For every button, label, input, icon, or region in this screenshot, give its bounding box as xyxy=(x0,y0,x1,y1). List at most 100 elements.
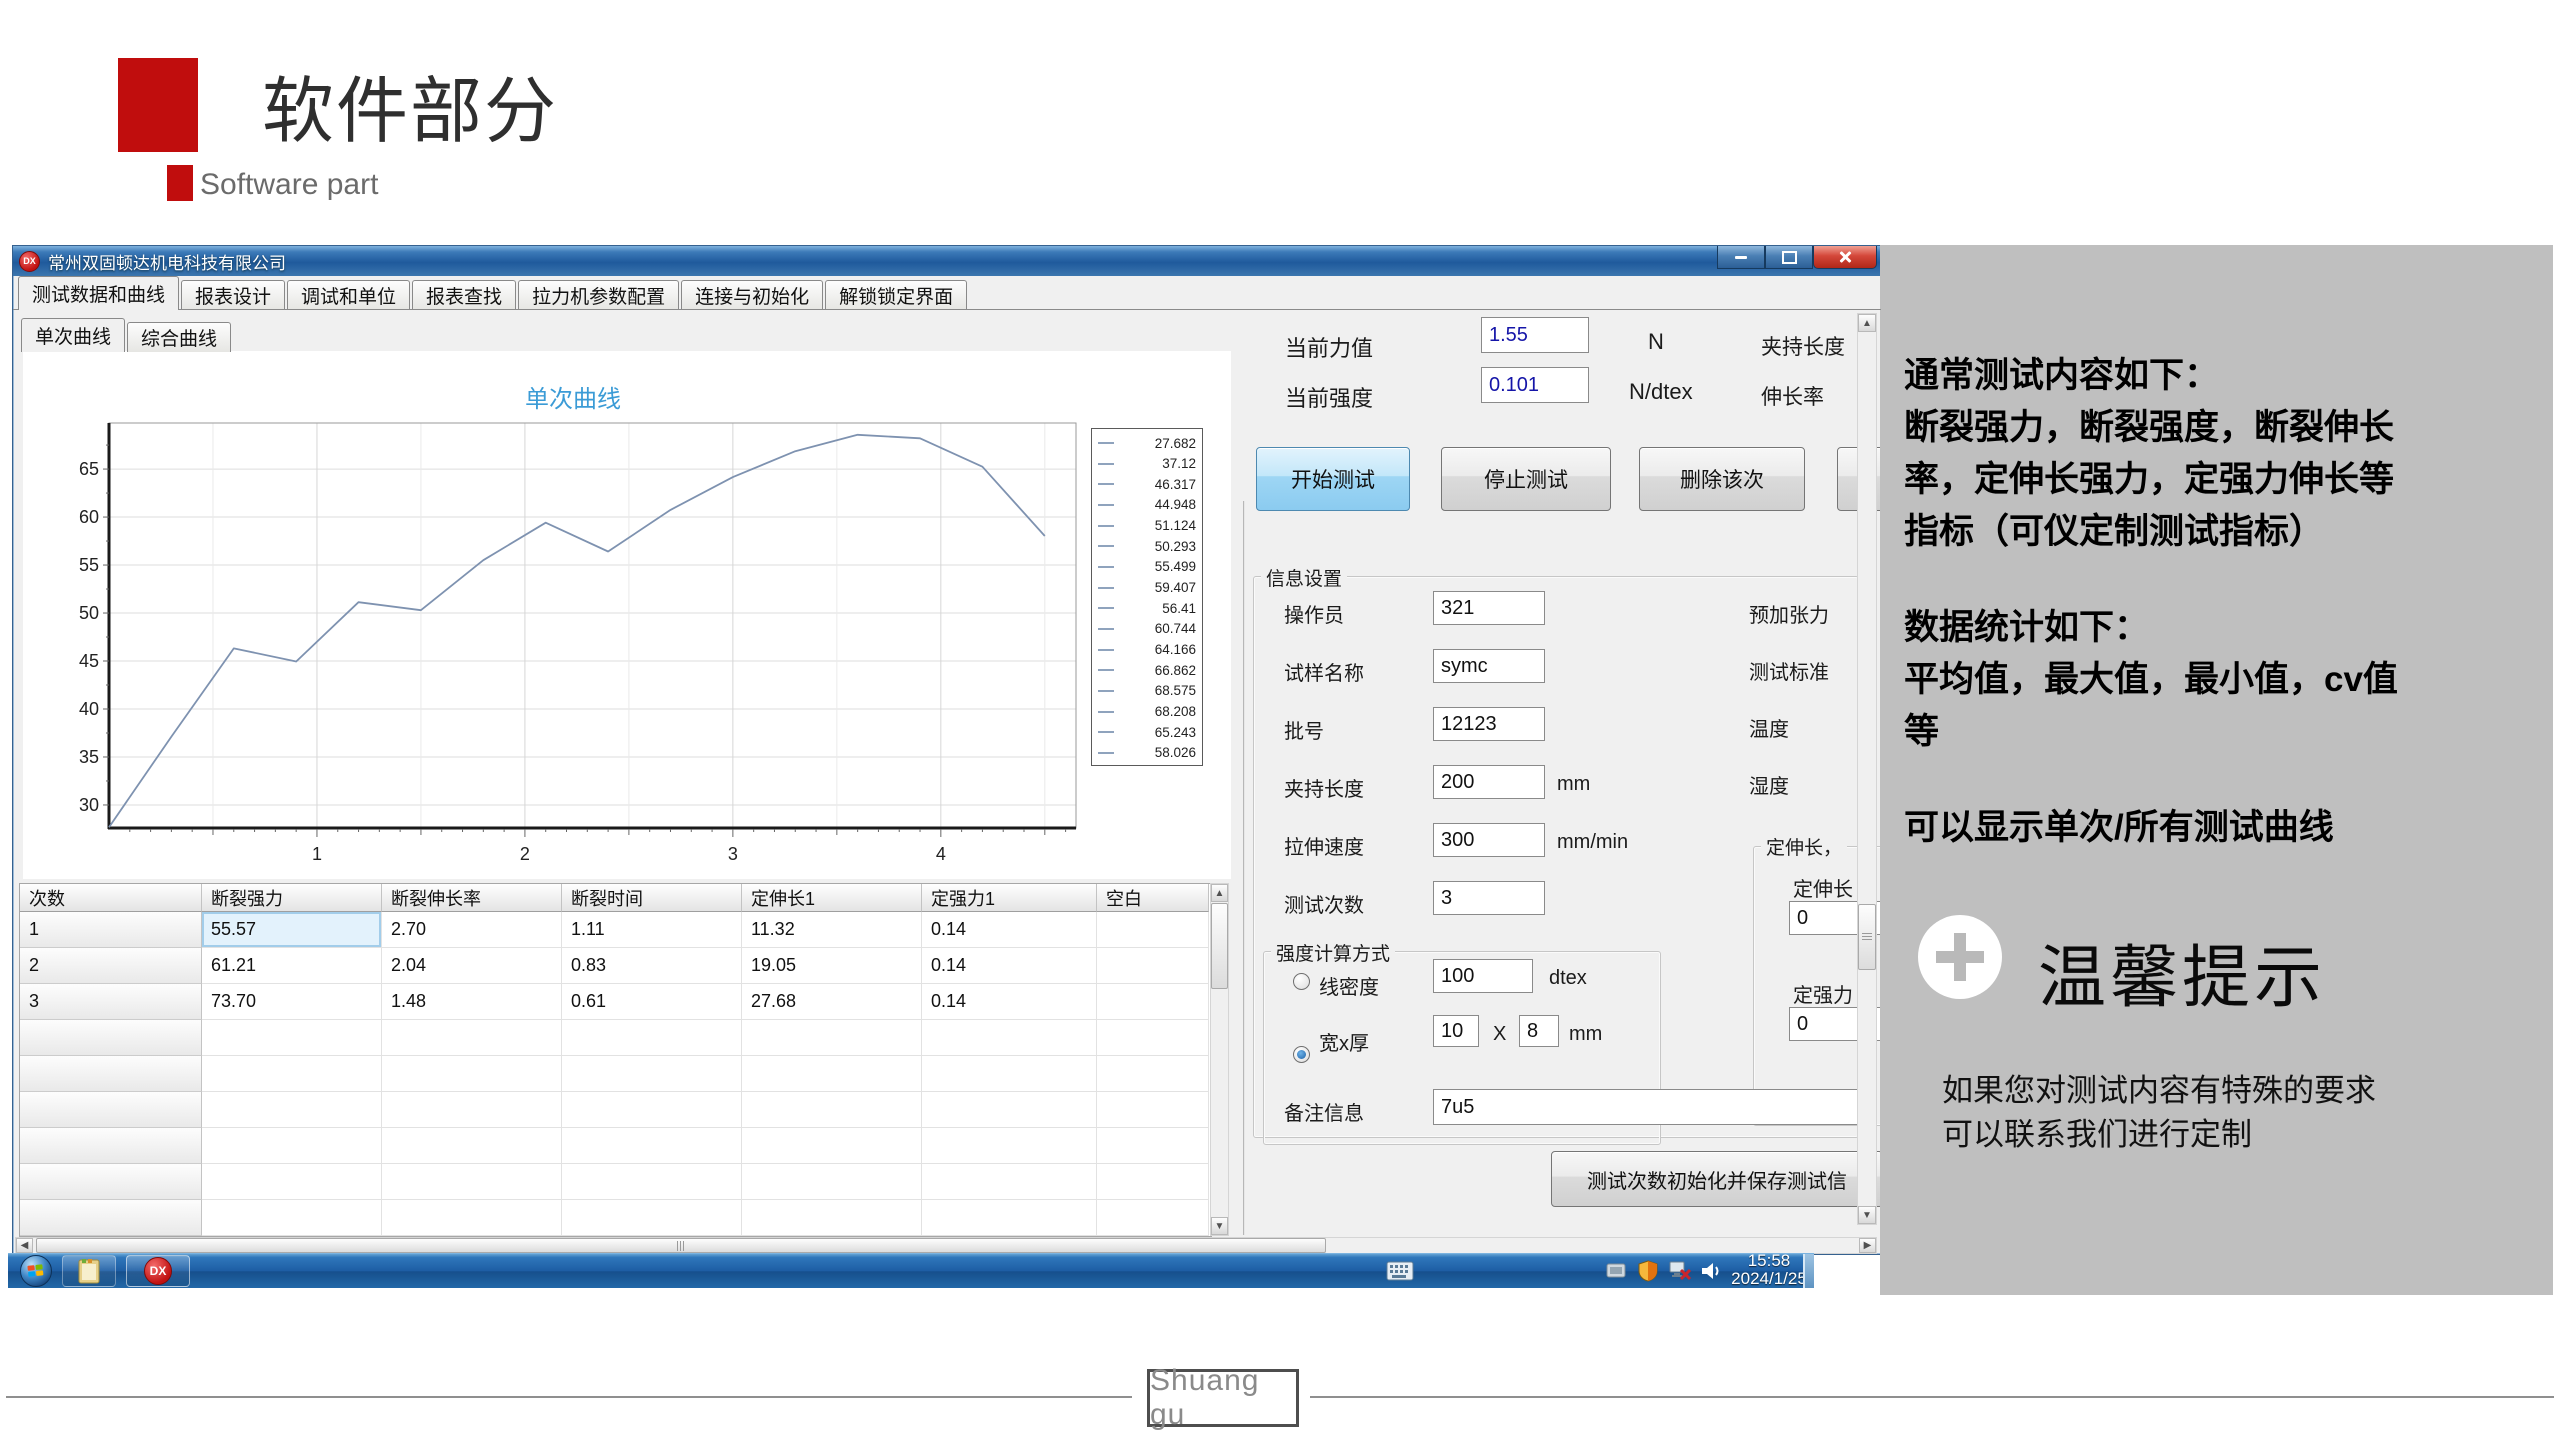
width-input[interactable]: 10 xyxy=(1433,1015,1479,1047)
row-header-cell[interactable] xyxy=(20,1164,202,1200)
column-header[interactable]: 次数 xyxy=(20,884,202,912)
scroll-down-icon[interactable]: ▼ xyxy=(1211,1217,1228,1235)
table-cell[interactable]: 11.32 xyxy=(742,912,922,948)
table-cell[interactable] xyxy=(1097,1056,1209,1092)
table-cell[interactable] xyxy=(742,1020,922,1056)
current-force-value[interactable]: 1.55 xyxy=(1481,317,1589,353)
table-cell[interactable]: 0.61 xyxy=(562,984,742,1020)
table-cell[interactable]: 0.14 xyxy=(922,948,1097,984)
tab-1[interactable]: 测试数据和曲线 xyxy=(18,276,179,310)
table-cell[interactable] xyxy=(922,1200,1097,1236)
scroll-up-icon[interactable]: ▲ xyxy=(1211,884,1228,902)
column-header[interactable]: 断裂伸长率 xyxy=(382,884,562,912)
network-status-icon[interactable] xyxy=(1668,1260,1692,1282)
form-scroll-down-icon[interactable]: ▼ xyxy=(1858,1206,1876,1224)
table-cell[interactable]: 0.83 xyxy=(562,948,742,984)
stop-test-button[interactable]: 停止测试 xyxy=(1441,447,1611,511)
show-desktop-button[interactable] xyxy=(1803,1254,1814,1288)
table-scroll-thumb[interactable] xyxy=(1211,903,1228,989)
table-cell[interactable] xyxy=(382,1164,562,1200)
close-button[interactable] xyxy=(1813,246,1877,269)
tab-2[interactable]: 报表设计 xyxy=(181,280,285,310)
subtab-1[interactable]: 单次曲线 xyxy=(21,318,125,352)
table-row[interactable] xyxy=(20,1056,1211,1092)
table-vertical-scrollbar[interactable]: ▲ ▼ xyxy=(1210,883,1229,1236)
table-cell[interactable] xyxy=(202,1056,382,1092)
row-header-cell[interactable] xyxy=(20,1092,202,1128)
table-cell[interactable] xyxy=(922,1128,1097,1164)
delete-test-button[interactable]: 删除该次 xyxy=(1639,447,1805,511)
table-cell[interactable] xyxy=(562,1092,742,1128)
row-header-cell[interactable] xyxy=(20,1200,202,1236)
table-cell[interactable]: 1.48 xyxy=(382,984,562,1020)
table-cell[interactable] xyxy=(562,1200,742,1236)
row-header-cell[interactable]: 2 xyxy=(20,948,202,984)
table-cell[interactable] xyxy=(922,1092,1097,1128)
table-cell[interactable]: 2.70 xyxy=(382,912,562,948)
row-header-cell[interactable] xyxy=(20,1128,202,1164)
taskbar-clock[interactable]: 15:58 2024/1/25 xyxy=(1726,1253,1812,1287)
volume-icon[interactable] xyxy=(1700,1260,1722,1282)
table-cell[interactable] xyxy=(202,1020,382,1056)
column-header[interactable]: 定伸长1 xyxy=(742,884,922,912)
current-strength-value[interactable]: 0.101 xyxy=(1481,367,1589,403)
table-row[interactable]: 261.212.040.8319.050.14 xyxy=(20,948,1211,984)
table-row[interactable] xyxy=(20,1128,1211,1164)
scroll-right-icon[interactable]: ▶ xyxy=(1859,1238,1876,1253)
init-save-button[interactable]: 测试次数初始化并保存测试信 xyxy=(1551,1151,1882,1207)
table-cell[interactable] xyxy=(1097,1128,1209,1164)
row-header-cell[interactable]: 1 xyxy=(20,912,202,948)
linear-density-radio[interactable] xyxy=(1293,973,1310,990)
table-cell[interactable]: 27.68 xyxy=(742,984,922,1020)
taskbar-item-app[interactable]: DX xyxy=(126,1255,190,1287)
table-cell[interactable] xyxy=(382,1056,562,1092)
table-cell[interactable] xyxy=(382,1128,562,1164)
table-cell[interactable] xyxy=(1097,948,1209,984)
table-cell[interactable] xyxy=(1097,984,1209,1020)
linear-density-input[interactable]: 100 xyxy=(1433,959,1533,993)
form-field-input[interactable]: 3 xyxy=(1433,881,1545,915)
table-cell[interactable] xyxy=(202,1164,382,1200)
form-field-input[interactable]: symc xyxy=(1433,649,1545,683)
table-cell[interactable] xyxy=(202,1128,382,1164)
form-field-input[interactable]: 12123 xyxy=(1433,707,1545,741)
form-scroll-up-icon[interactable]: ▲ xyxy=(1858,314,1876,332)
column-header[interactable]: 空白 xyxy=(1097,884,1209,912)
table-cell[interactable] xyxy=(562,1056,742,1092)
table-cell[interactable] xyxy=(742,1128,922,1164)
tab-4[interactable]: 报表查找 xyxy=(412,280,516,310)
remark-input[interactable]: 7u5 xyxy=(1433,1089,1873,1125)
table-cell[interactable] xyxy=(742,1056,922,1092)
table-cell[interactable] xyxy=(1097,1020,1209,1056)
table-cell[interactable] xyxy=(382,1020,562,1056)
table-cell[interactable]: 73.70 xyxy=(202,984,382,1020)
table-cell[interactable]: 2.04 xyxy=(382,948,562,984)
window-titlebar[interactable]: DX 常州双固顿达机电科技有限公司 xyxy=(13,246,1881,276)
thickness-input[interactable]: 8 xyxy=(1519,1015,1559,1047)
table-cell[interactable] xyxy=(922,1164,1097,1200)
tab-6[interactable]: 连接与初始化 xyxy=(681,280,823,310)
table-row[interactable]: 373.701.480.6127.680.14 xyxy=(20,984,1211,1020)
table-cell[interactable] xyxy=(922,1020,1097,1056)
scroll-left-icon[interactable]: ◀ xyxy=(16,1238,33,1253)
table-cell[interactable] xyxy=(562,1020,742,1056)
table-cell[interactable]: 0.14 xyxy=(922,984,1097,1020)
table-cell[interactable] xyxy=(742,1092,922,1128)
table-cell[interactable]: 19.05 xyxy=(742,948,922,984)
table-row[interactable] xyxy=(20,1020,1211,1056)
table-cell[interactable] xyxy=(742,1200,922,1236)
form-field-input[interactable]: 200 xyxy=(1433,765,1545,799)
table-cell[interactable]: 61.21 xyxy=(202,948,382,984)
table-cell[interactable] xyxy=(382,1200,562,1236)
table-cell[interactable] xyxy=(202,1092,382,1128)
security-shield-icon[interactable] xyxy=(1638,1260,1658,1282)
table-cell[interactable] xyxy=(382,1092,562,1128)
table-cell[interactable] xyxy=(1097,1200,1209,1236)
tray-hidden-icons[interactable] xyxy=(1606,1262,1626,1280)
minimize-button[interactable] xyxy=(1717,246,1765,269)
table-cell[interactable]: 0.14 xyxy=(922,912,1097,948)
table-cell[interactable] xyxy=(742,1164,922,1200)
tab-7[interactable]: 解锁锁定界面 xyxy=(825,280,967,310)
start-test-button[interactable]: 开始测试 xyxy=(1256,447,1410,511)
form-scroll-thumb[interactable] xyxy=(1858,904,1876,970)
